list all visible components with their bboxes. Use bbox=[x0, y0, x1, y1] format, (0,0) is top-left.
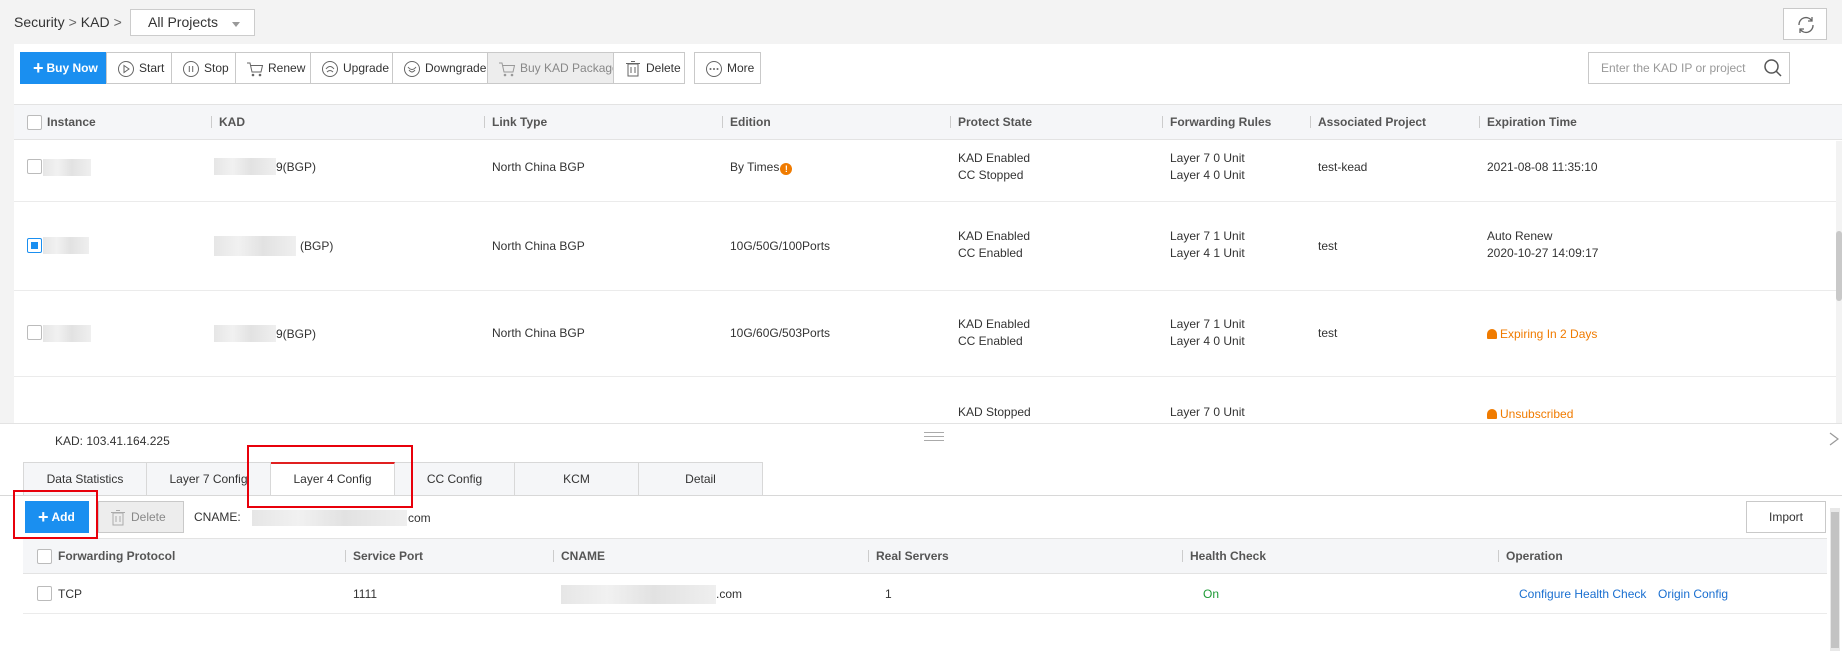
col-cname[interactable]: CNAME bbox=[553, 539, 605, 573]
col-forwarding-rules[interactable]: Forwarding Rules bbox=[1161, 105, 1271, 139]
table-row[interactable]: KAD Stopped Layer 7 0 Unit Unsubscribed bbox=[14, 377, 1842, 424]
detail-scrollbar[interactable] bbox=[1830, 508, 1840, 651]
refresh-button[interactable] bbox=[1783, 8, 1827, 40]
toolbar: + Buy Now Start Stop Renew Upgrade Downgr… bbox=[14, 44, 1842, 104]
detail-panel: KAD: 103.41.164.225 Data Statistics Laye… bbox=[0, 423, 1842, 651]
select-all-rules-checkbox[interactable] bbox=[37, 549, 52, 564]
kad-ip-redacted bbox=[214, 236, 296, 256]
tab-layer4-config[interactable]: Layer 4 Config bbox=[271, 462, 395, 496]
origin-config-link[interactable]: Origin Config bbox=[1658, 586, 1728, 603]
resize-handle-icon[interactable] bbox=[924, 432, 944, 444]
cart-icon bbox=[246, 59, 264, 77]
add-button[interactable]: + Add bbox=[25, 501, 89, 533]
tab-detail[interactable]: Detail bbox=[639, 462, 763, 496]
configure-health-check-link[interactable]: Configure Health Check bbox=[1519, 586, 1646, 603]
rules-table-header: Forwarding Protocol Service Port CNAME R… bbox=[23, 538, 1827, 574]
col-kad[interactable]: KAD bbox=[211, 105, 245, 139]
breadcrumb-security[interactable]: Security bbox=[14, 14, 65, 30]
row-checkbox[interactable] bbox=[37, 586, 52, 601]
search-input[interactable] bbox=[1589, 53, 1749, 83]
col-expiration-time[interactable]: Expiration Time bbox=[1479, 105, 1577, 139]
start-button[interactable]: Start bbox=[106, 52, 171, 84]
col-health-check[interactable]: Health Check bbox=[1181, 539, 1266, 573]
scrollbar-thumb[interactable] bbox=[1831, 512, 1839, 648]
stop-button[interactable]: Stop bbox=[171, 52, 235, 84]
cname-value-redacted bbox=[252, 510, 407, 526]
chevron-down-icon bbox=[232, 22, 240, 27]
trash-icon bbox=[624, 59, 642, 77]
upgrade-button[interactable]: Upgrade bbox=[310, 52, 392, 84]
instances-table-body: 9(BGP) North China BGP By Times! KAD Ena… bbox=[14, 141, 1842, 424]
detail-kad-label: KAD: 103.41.164.225 bbox=[55, 434, 170, 448]
pause-icon bbox=[182, 59, 200, 77]
col-protect-state[interactable]: Protect State bbox=[949, 105, 1032, 139]
table-scrollbar[interactable] bbox=[1836, 141, 1842, 423]
search-icon[interactable] bbox=[1763, 58, 1783, 78]
tab-kcm[interactable]: KCM bbox=[515, 462, 639, 496]
refresh-icon bbox=[1798, 17, 1814, 33]
close-icon[interactable] bbox=[1826, 431, 1842, 447]
upgrade-icon bbox=[321, 59, 339, 77]
plus-icon: + bbox=[33, 58, 44, 78]
col-forwarding-protocol[interactable]: Forwarding Protocol bbox=[58, 539, 175, 573]
col-associated-project[interactable]: Associated Project bbox=[1309, 105, 1426, 139]
instances-table-header: Instance KAD Link Type Edition Protect S… bbox=[14, 104, 1842, 140]
table-row[interactable]: TCP 1111 .com 1 On Configure Health Chec… bbox=[23, 574, 1827, 614]
buy-kad-package-button[interactable]: Buy KAD Package bbox=[487, 52, 619, 84]
cart-icon bbox=[498, 59, 516, 77]
bell-icon bbox=[1487, 409, 1497, 419]
project-select[interactable]: All Projects bbox=[130, 9, 255, 36]
warning-icon: ! bbox=[780, 163, 793, 175]
bell-icon bbox=[1487, 329, 1497, 339]
more-icon bbox=[705, 59, 723, 77]
row-checkbox[interactable] bbox=[27, 238, 42, 253]
layer4-toolbar: + Add Delete CNAME: com Import bbox=[0, 496, 1842, 538]
tab-layer7-config[interactable]: Layer 7 Config bbox=[147, 462, 271, 496]
buy-now-button[interactable]: + Buy Now bbox=[20, 52, 112, 84]
col-edition[interactable]: Edition bbox=[722, 105, 771, 139]
table-row[interactable]: 9(BGP) North China BGP 10G/60G/503Ports … bbox=[14, 291, 1842, 377]
instance-name-redacted bbox=[43, 325, 91, 342]
cname-value-redacted bbox=[561, 585, 716, 604]
row-checkbox[interactable] bbox=[27, 159, 42, 174]
trash-icon bbox=[109, 508, 127, 526]
col-link-type[interactable]: Link Type bbox=[483, 105, 547, 139]
unsubscribed-status: Unsubscribed bbox=[1487, 406, 1573, 423]
breadcrumb: Security > KAD > bbox=[14, 14, 122, 30]
delete-button[interactable]: Delete bbox=[613, 52, 685, 84]
tab-cc-config[interactable]: CC Config bbox=[395, 462, 515, 496]
col-operation[interactable]: Operation bbox=[1498, 539, 1563, 573]
renew-button[interactable]: Renew bbox=[235, 52, 310, 84]
kad-ip-redacted bbox=[214, 325, 276, 342]
instance-name-redacted bbox=[43, 159, 91, 176]
cname-suffix: com bbox=[408, 511, 431, 525]
more-button[interactable]: More bbox=[694, 52, 761, 84]
tab-data-statistics[interactable]: Data Statistics bbox=[23, 462, 147, 496]
scrollbar-thumb[interactable] bbox=[1836, 231, 1842, 301]
delete-rule-button[interactable]: Delete bbox=[98, 501, 184, 533]
col-service-port[interactable]: Service Port bbox=[344, 539, 423, 573]
search-box bbox=[1588, 52, 1790, 84]
downgrade-button[interactable]: Downgrade bbox=[392, 52, 487, 84]
table-row[interactable]: (BGP) North China BGP 10G/50G/100Ports K… bbox=[14, 202, 1842, 291]
downgrade-icon bbox=[403, 59, 421, 77]
breadcrumb-bar: Security > KAD > All Projects bbox=[0, 0, 1842, 44]
row-checkbox[interactable] bbox=[27, 325, 42, 340]
instance-name-redacted bbox=[43, 237, 89, 254]
import-button[interactable]: Import bbox=[1746, 501, 1826, 533]
kad-ip-redacted bbox=[214, 158, 276, 175]
col-instance[interactable]: Instance bbox=[47, 105, 96, 139]
play-icon bbox=[117, 59, 135, 77]
select-all-checkbox[interactable] bbox=[27, 115, 42, 130]
expiring-status: Expiring In 2 Days bbox=[1487, 326, 1597, 343]
plus-icon: + bbox=[38, 507, 49, 527]
health-check-status: On bbox=[1203, 587, 1220, 601]
breadcrumb-kad[interactable]: KAD bbox=[81, 14, 110, 30]
project-select-value: All Projects bbox=[148, 14, 219, 30]
col-real-servers[interactable]: Real Servers bbox=[868, 539, 949, 573]
table-row[interactable]: 9(BGP) North China BGP By Times! KAD Ena… bbox=[14, 141, 1842, 202]
cname-label: CNAME: bbox=[194, 510, 241, 524]
